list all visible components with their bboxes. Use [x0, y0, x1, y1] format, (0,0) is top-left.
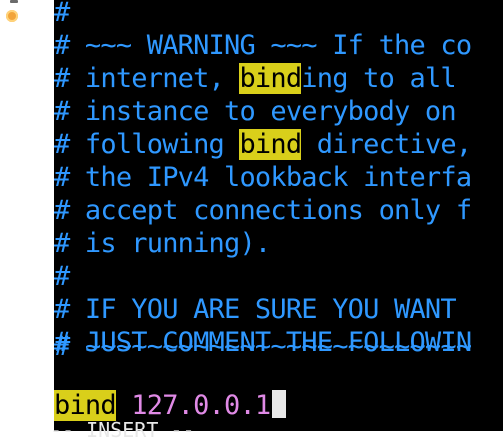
bind-keyword: bind [54, 390, 117, 421]
search-highlight: bind [239, 63, 302, 94]
bind-address: 127.0.0.1 [115, 390, 271, 421]
editor-line: # [54, 261, 70, 292]
text-cursor [272, 390, 287, 418]
editor-line: # ~~~~~~~~~~~~~~~~~~~~~~~~~ [54, 331, 472, 362]
editor-line: # internet, binding to all [54, 63, 457, 94]
editor-line: # [54, 0, 70, 28]
editor-line: # ~~~ WARNING ~~~ If the co [54, 30, 472, 61]
menu-glyph-icon [10, 0, 18, 3]
notification-badge-icon[interactable] [6, 10, 18, 22]
editor-line: # following bind directive, [54, 129, 472, 160]
editor-line: # IF YOU ARE SURE YOU WANT [54, 294, 457, 325]
editor-line: # the IPv4 lookback interfa [54, 162, 472, 193]
search-highlight: bind [239, 129, 302, 160]
editor-line: # instance to everybody on [54, 96, 457, 127]
editor-line: # accept connections only f [54, 195, 472, 226]
editor-line: # is running). [54, 228, 271, 259]
mode-indicator: -- INSERT -- [50, 418, 195, 442]
terminal-editor[interactable]: # # ~~~ WARNING ~~~ If the co # internet… [54, 0, 503, 431]
left-panel [0, 0, 54, 431]
